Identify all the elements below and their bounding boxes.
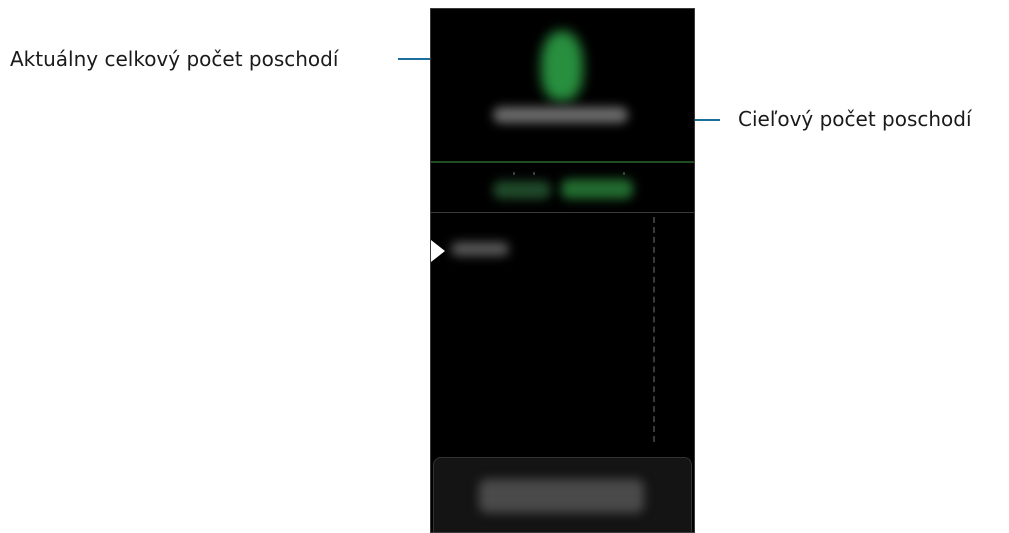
stat-tick xyxy=(533,172,535,175)
stat-tick xyxy=(513,172,515,175)
stat-value-b xyxy=(561,179,633,199)
goal-dashed-line xyxy=(653,217,655,442)
current-total-floors-label: Aktuálny celkový počet poschodí xyxy=(10,47,339,71)
watch-screen xyxy=(430,8,695,533)
list-item[interactable] xyxy=(451,242,509,256)
play-marker-icon xyxy=(431,240,445,262)
progress-divider xyxy=(431,161,694,163)
stat-value-a xyxy=(493,181,551,199)
runner-icon xyxy=(541,31,583,101)
bottom-action-button[interactable] xyxy=(479,479,644,513)
stat-tick xyxy=(623,172,625,175)
target-floors-value xyxy=(493,107,628,123)
section-divider xyxy=(431,212,694,213)
target-floors-label: Cieľový počet poschodí xyxy=(738,107,972,131)
